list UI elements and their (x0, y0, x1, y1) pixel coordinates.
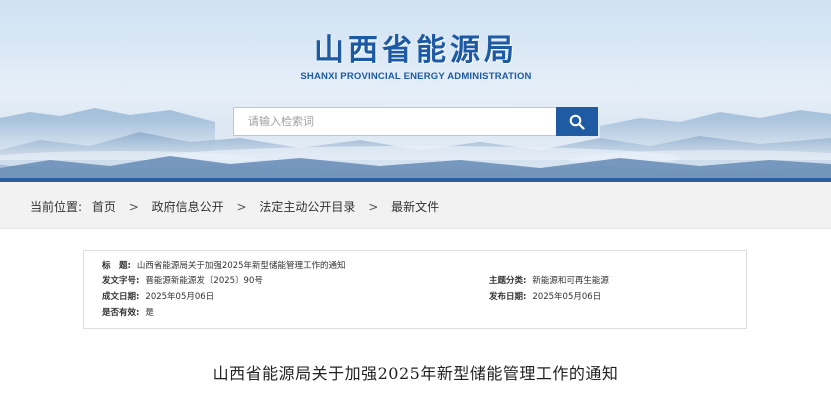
logo-chinese-name: 山西省能源局 (314, 33, 518, 68)
info-valid-value: 是 (145, 308, 154, 318)
logo-english-name: SHANXI PROVINCIAL ENERGY ADMINISTRATION (300, 71, 532, 82)
breadcrumb-gov-info[interactable]: 政府信息公开 (152, 198, 224, 215)
breadcrumb-separator: > (236, 200, 247, 214)
breadcrumb-latest-files[interactable]: 最新文件 (391, 198, 439, 215)
article-title: 山西省能源局关于加强2025年新型储能管理工作的通知 (212, 364, 619, 383)
breadcrumb-bar: 当前位置: 首页 > 政府信息公开 > 法定主动公开目录 > 最新文件 (0, 182, 831, 229)
search-bar (233, 107, 598, 136)
info-published-row: 发布日期: 2025年05月06日 (489, 291, 601, 303)
info-title-row: 标 题: 山西省能源局关于加强2025年新型储能管理工作的通知 (102, 260, 346, 272)
info-docno-row: 发文字号: 晋能源新能源发〔2025〕90号 (102, 275, 263, 287)
info-topic-label: 主题分类: (489, 276, 527, 286)
site-banner: 山西省能源局 SHANXI PROVINCIAL ENERGY ADMINIST… (0, 0, 831, 178)
search-input[interactable] (233, 107, 556, 136)
document-info-box: 标 题: 山西省能源局关于加强2025年新型储能管理工作的通知 发文字号: 晋能源新… (83, 250, 747, 329)
info-title-label: 标 题: (102, 261, 131, 271)
breadcrumb: 当前位置: 首页 > 政府信息公开 > 法定主动公开目录 > 最新文件 (30, 198, 439, 215)
info-valid-label: 是否有效: (102, 308, 140, 318)
info-published-value: 2025年05月06日 (532, 292, 602, 302)
info-docno-value: 晋能源新能源发〔2025〕90号 (145, 276, 263, 286)
info-topic-value: 新能源和可再生能源 (532, 276, 609, 286)
info-created-value: 2025年05月06日 (145, 292, 215, 302)
info-created-label: 成文日期: (102, 292, 140, 302)
search-button[interactable] (556, 107, 598, 136)
search-icon (569, 114, 585, 130)
info-valid-row: 是否有效: 是 (102, 307, 154, 319)
info-topic-row: 主题分类: 新能源和可再生能源 (489, 275, 609, 287)
info-created-row: 成文日期: 2025年05月06日 (102, 291, 214, 303)
info-published-label: 发布日期: (489, 292, 527, 302)
breadcrumb-separator: > (128, 200, 139, 214)
breadcrumb-prefix: 当前位置: (30, 200, 83, 214)
info-title-value: 山西省能源局关于加强2025年新型储能管理工作的通知 (136, 261, 346, 271)
breadcrumb-home[interactable]: 首页 (92, 198, 116, 215)
breadcrumb-catalog[interactable]: 法定主动公开目录 (259, 198, 355, 215)
info-docno-label: 发文字号: (102, 276, 140, 286)
mountain-scenery (0, 108, 831, 178)
breadcrumb-separator: > (368, 200, 379, 214)
site-logo[interactable]: 山西省能源局 SHANXI PROVINCIAL ENERGY ADMINIST… (298, 34, 534, 86)
